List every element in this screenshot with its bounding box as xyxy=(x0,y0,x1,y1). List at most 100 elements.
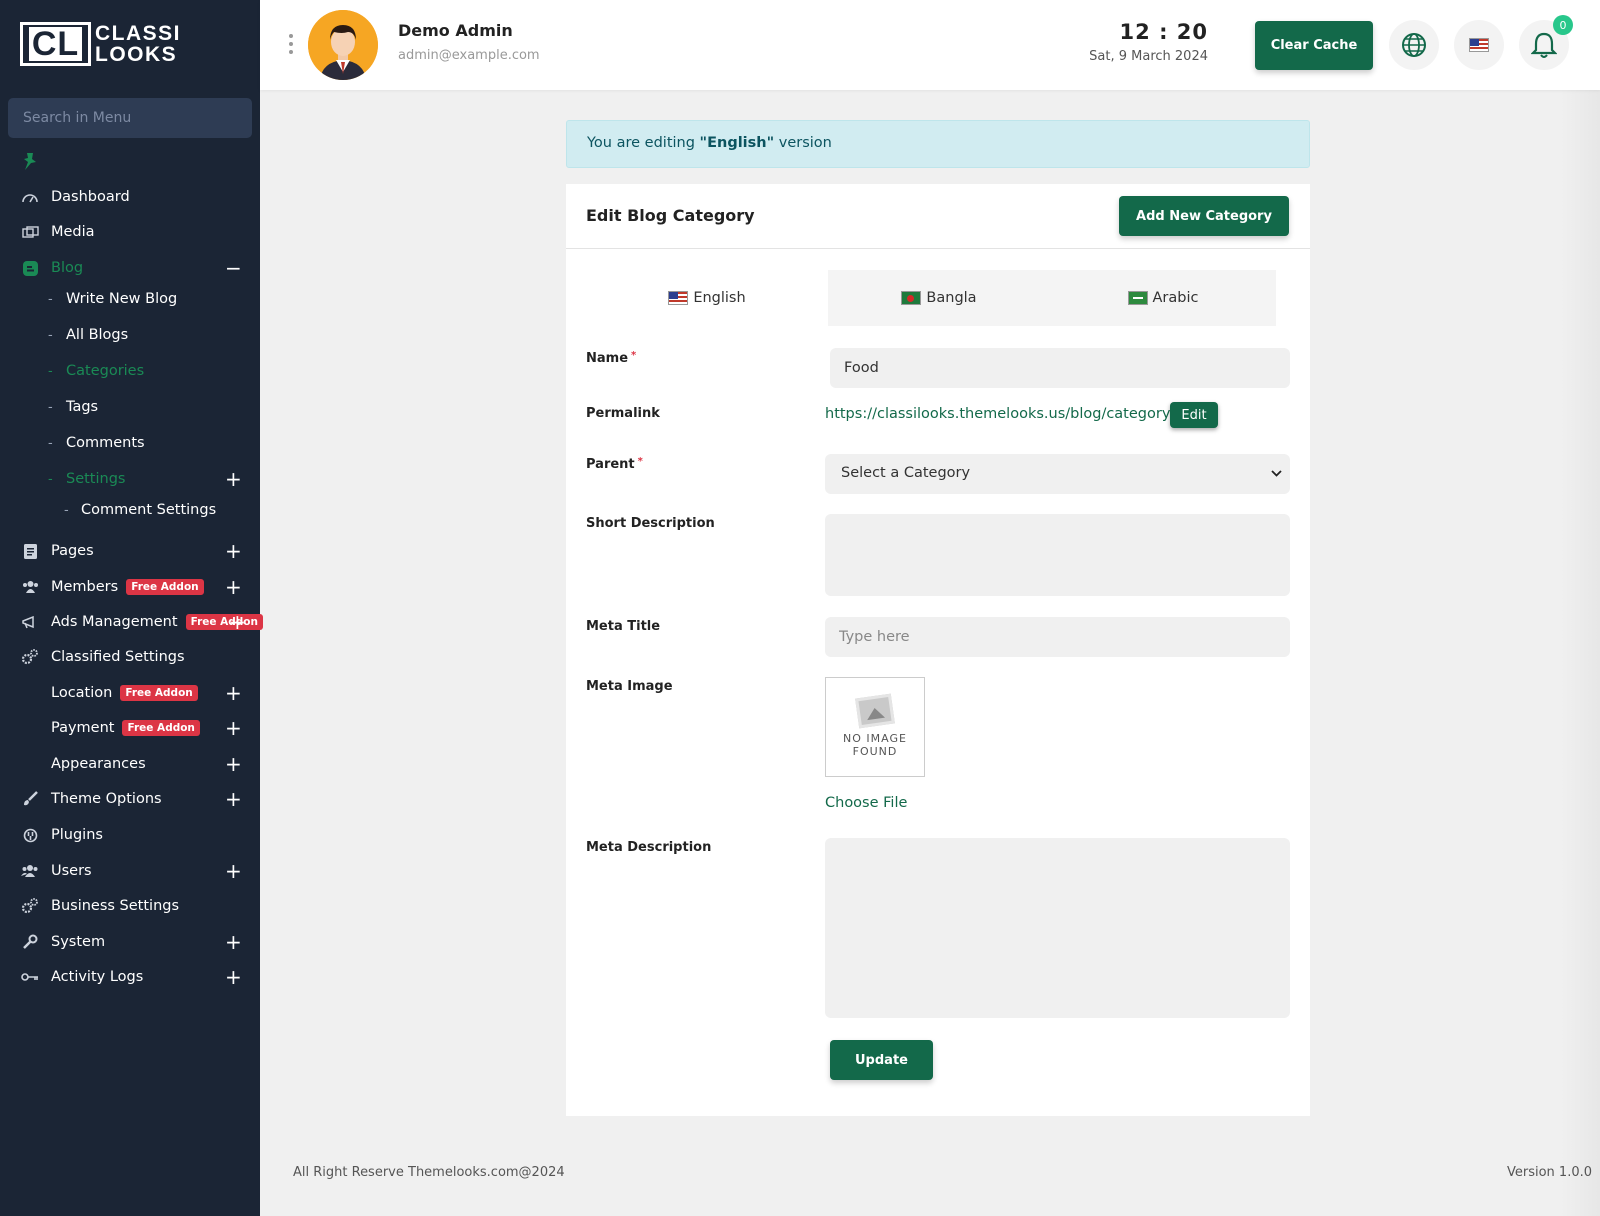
expand-icon[interactable]: + xyxy=(225,789,242,809)
us-flag-icon xyxy=(668,291,689,305)
sidebar-item-tags[interactable]: - Tags xyxy=(0,392,260,422)
sidebar-item-location[interactable]: Location Free Addon + xyxy=(0,678,260,708)
logo-wordmark: CLASSI LOOKS xyxy=(95,22,182,66)
bd-flag-icon xyxy=(901,291,922,305)
sidebar-item-media[interactable]: Media xyxy=(0,217,260,247)
wrench-icon xyxy=(21,933,39,951)
sidebar-item-theme-options[interactable]: Theme Options + xyxy=(0,784,260,814)
sidebar-item-dashboard[interactable]: Dashboard xyxy=(0,182,260,212)
sidebar-item-plugins[interactable]: Plugins xyxy=(0,820,260,850)
expand-icon[interactable]: + xyxy=(225,541,242,561)
expand-icon[interactable]: + xyxy=(225,683,242,703)
sidebar-item-system[interactable]: System + xyxy=(0,927,260,957)
user-email: admin@example.com xyxy=(398,48,540,63)
clear-cache-button[interactable]: Clear Cache xyxy=(1255,21,1373,70)
dashboard-icon xyxy=(21,188,39,206)
sidebar-item-activity-logs[interactable]: Activity Logs + xyxy=(0,962,260,992)
update-button[interactable]: Update xyxy=(830,1040,933,1080)
sidebar-item-ads-management[interactable]: Ads Management Free Addon + xyxy=(0,607,263,637)
sidebar-item-members[interactable]: Members Free Addon + xyxy=(0,572,260,602)
sidebar-item-pages[interactable]: Pages + xyxy=(0,536,260,566)
expand-icon[interactable]: + xyxy=(225,967,242,987)
scroll-shade xyxy=(1560,90,1600,1216)
name-input[interactable] xyxy=(830,348,1290,388)
expand-icon[interactable]: + xyxy=(225,718,242,738)
notification-count-badge: 0 xyxy=(1553,15,1573,35)
permalink-edit-button[interactable]: Edit xyxy=(1170,402,1218,428)
footer-copyright: All Right Reserve Themelooks.com@2024 xyxy=(293,1165,565,1180)
tab-english[interactable]: English xyxy=(586,270,828,326)
meta-image-label: Meta Image xyxy=(586,679,673,694)
avatar[interactable] xyxy=(308,10,378,80)
collapse-icon[interactable]: − xyxy=(225,258,242,278)
tab-arabic[interactable]: Arabic xyxy=(1050,270,1276,326)
brand-logo[interactable]: CL CLASSI LOOKS xyxy=(20,22,181,66)
expand-icon[interactable]: + xyxy=(225,932,242,952)
sidebar-item-comments[interactable]: - Comments xyxy=(0,428,260,458)
clock-date: Sat, 9 March 2024 xyxy=(1089,49,1208,64)
brush-icon xyxy=(21,790,39,808)
short-description-textarea[interactable] xyxy=(825,514,1290,596)
meta-description-label: Meta Description xyxy=(586,840,712,855)
gears-icon xyxy=(21,648,39,666)
expand-icon[interactable]: + xyxy=(225,861,242,881)
meta-title-input[interactable] xyxy=(825,617,1290,657)
meta-description-textarea[interactable] xyxy=(825,838,1290,1018)
free-addon-badge: Free Addon xyxy=(185,614,263,630)
sidebar-item-users[interactable]: Users + xyxy=(0,856,260,886)
sidebar-item-comment-settings[interactable]: - Comment Settings xyxy=(0,495,260,525)
page-title: Edit Blog Category xyxy=(586,206,755,225)
megaphone-icon xyxy=(21,613,39,631)
media-icon xyxy=(21,223,39,241)
tab-bangla[interactable]: Bangla xyxy=(828,270,1050,326)
parent-select[interactable]: Select a Category xyxy=(825,454,1290,494)
users-icon xyxy=(21,862,39,880)
edit-blog-category-card: Edit Blog Category Add New Category Engl… xyxy=(566,184,1310,1116)
add-new-category-button[interactable]: Add New Category xyxy=(1119,196,1289,236)
expand-icon[interactable]: + xyxy=(225,754,242,774)
image-placeholder-icon xyxy=(855,693,895,729)
sidebar-item-write-new-blog[interactable]: - Write New Blog xyxy=(0,284,260,314)
name-label: Name * xyxy=(586,350,637,366)
parent-label: Parent * xyxy=(586,456,643,472)
expand-icon[interactable]: + xyxy=(225,577,242,597)
short-description-label: Short Description xyxy=(586,516,715,531)
top-bar: Demo Admin admin@example.com 12 : 20 Sat… xyxy=(260,0,1600,90)
clock-time: 12 : 20 xyxy=(1119,20,1208,44)
notifications-button[interactable]: 0 xyxy=(1519,15,1573,70)
user-name: Demo Admin xyxy=(398,21,513,40)
sidebar-item-appearances[interactable]: Appearances + xyxy=(0,749,260,779)
sidebar-toggle-icon[interactable] xyxy=(289,34,293,54)
language-tabs: English Bangla Arabic xyxy=(586,270,1276,326)
blog-icon xyxy=(21,259,39,277)
choose-file-link[interactable]: Choose File xyxy=(825,795,907,811)
meta-image-preview[interactable]: NO IMAGE FOUND xyxy=(825,677,925,777)
free-addon-badge: Free Addon xyxy=(120,685,198,701)
us-flag-icon xyxy=(1469,38,1489,52)
sidebar-item-categories[interactable]: - Categories xyxy=(0,356,260,386)
expand-icon[interactable]: + xyxy=(229,612,246,632)
bell-icon xyxy=(1531,32,1557,58)
chevron-down-icon xyxy=(1271,467,1282,480)
sidebar-item-business-settings[interactable]: Business Settings xyxy=(0,891,260,921)
menu-search-input[interactable] xyxy=(8,98,252,138)
meta-title-label: Meta Title xyxy=(586,619,661,634)
footer-version: Version 1.0.0 xyxy=(1506,1165,1592,1180)
expand-icon[interactable]: + xyxy=(225,469,242,489)
plug-icon xyxy=(21,826,39,844)
logo-mark: CL xyxy=(20,22,91,66)
globe-icon[interactable] xyxy=(1389,20,1439,70)
sidebar-item-classified-settings[interactable]: Classified Settings xyxy=(0,642,260,672)
sidebar-item-settings[interactable]: - Settings + xyxy=(0,464,260,494)
pages-icon xyxy=(21,542,39,560)
permalink-link[interactable]: https://classilooks.themelooks.us/blog/c… xyxy=(825,406,1207,422)
pin-icon[interactable] xyxy=(22,153,38,176)
sidebar-item-payment[interactable]: Payment Free Addon + xyxy=(0,713,260,743)
sidebar-item-all-blogs[interactable]: - All Blogs xyxy=(0,320,260,350)
sidebar-item-blog[interactable]: Blog − xyxy=(0,253,260,283)
editing-language-alert: You are editing "English" version xyxy=(566,120,1310,168)
free-addon-badge: Free Addon xyxy=(122,720,200,736)
members-icon xyxy=(21,578,39,596)
language-flag-button[interactable] xyxy=(1454,20,1504,70)
key-icon xyxy=(21,968,39,986)
